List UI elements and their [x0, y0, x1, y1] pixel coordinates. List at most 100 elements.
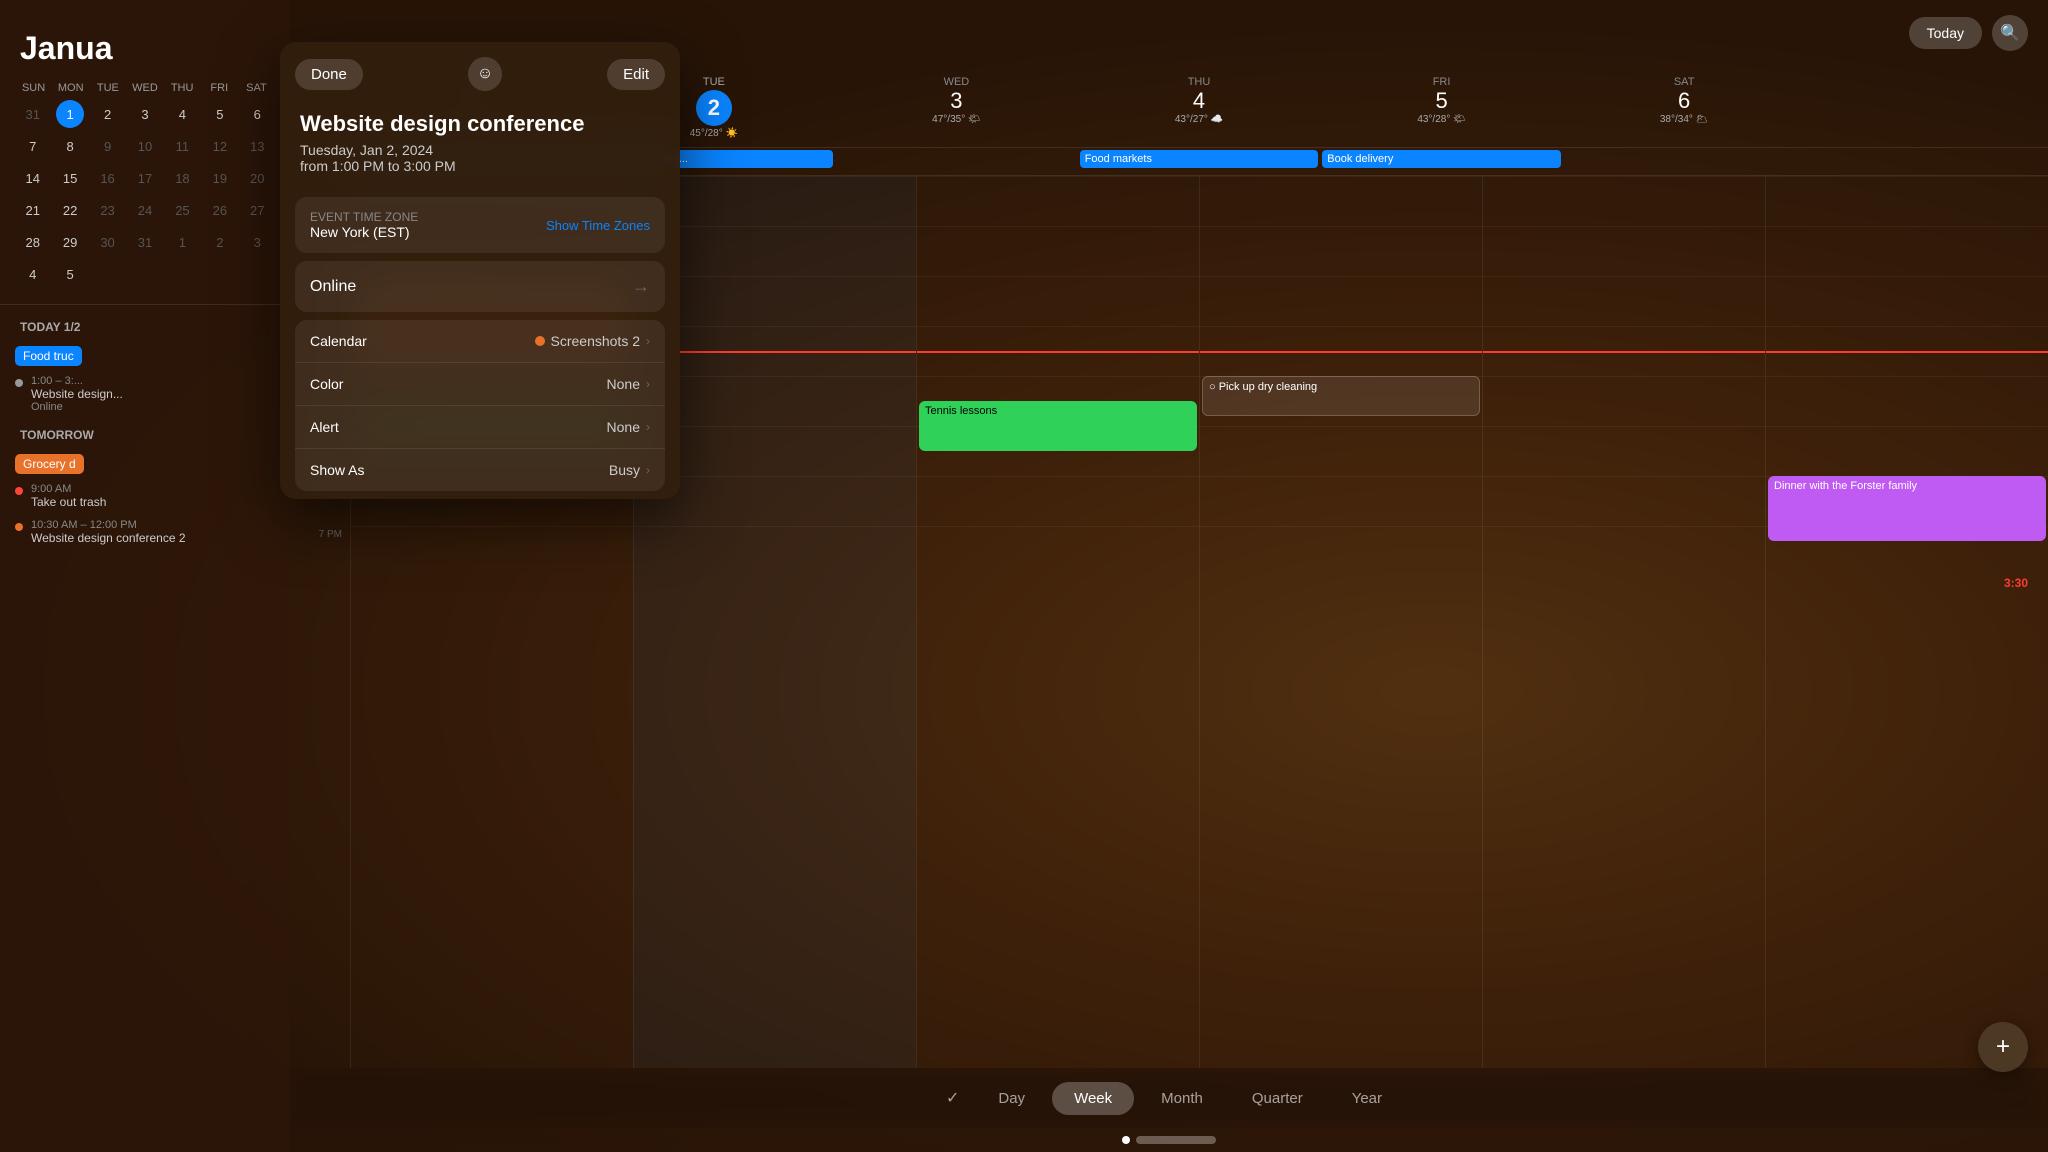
sidebar-month-title: Janua	[0, 20, 290, 82]
now-line-wed	[917, 351, 1199, 353]
show-timezones-link[interactable]: Show Time Zones	[546, 218, 650, 233]
day-col-sat: Dinner with the Forster family	[1765, 176, 2048, 1068]
mini-cal-day-29[interactable]: 29	[56, 228, 84, 256]
tab-quarter[interactable]: Quarter	[1230, 1082, 1325, 1115]
event-dinner[interactable]: Dinner with the Forster family	[1768, 476, 2046, 541]
mini-cal-day-next3[interactable]: 3	[243, 228, 271, 256]
week-day-header-sat6[interactable]: SAT 6 38°/34° 🌥	[1563, 66, 1806, 147]
indicator-1	[1122, 1136, 1130, 1144]
mini-cal-header: SUN MON TUE WED THU FRI SAT	[0, 82, 290, 94]
mini-cal-day-31b[interactable]: 31	[131, 228, 159, 256]
mini-cal-day-1[interactable]: 1	[56, 100, 84, 128]
now-line-sat	[1766, 351, 2048, 353]
event-tennis-wed[interactable]: Tennis lessons	[919, 401, 1197, 451]
mini-cal-day-26[interactable]: 26	[206, 196, 234, 224]
week-day-header-wed3[interactable]: WED 3 47°/35° 🌤	[835, 66, 1078, 147]
mini-cal-day-12[interactable]: 12	[206, 132, 234, 160]
ts-fri-noon	[1483, 176, 1765, 226]
mini-cal-day[interactable]: 31	[19, 100, 47, 128]
weather-thu: 43°/27° ☁️	[1083, 114, 1316, 125]
mini-cal-day-25[interactable]: 25	[168, 196, 196, 224]
ts-thu-2pm	[1200, 276, 1482, 326]
tab-month[interactable]: Month	[1139, 1082, 1225, 1115]
event-dry-cleaning[interactable]: ○ Pick up dry cleaning	[1202, 376, 1480, 416]
mini-cal-day-27[interactable]: 27	[243, 196, 271, 224]
day-col-thu: ○ Pick up dry cleaning	[1199, 176, 1482, 1068]
add-event-fab[interactable]: +	[1978, 1022, 2028, 1072]
all-day-book-delivery[interactable]: Book delivery	[1322, 150, 1561, 168]
ts-fri-4pm	[1483, 376, 1765, 426]
mini-cal-day-17[interactable]: 17	[131, 164, 159, 192]
mini-cal-day-19[interactable]: 19	[206, 164, 234, 192]
tab-week[interactable]: Week	[1052, 1082, 1134, 1115]
mini-cal-day-16[interactable]: 16	[94, 164, 122, 192]
sidebar-today-label: TODAY 1/2	[0, 320, 290, 342]
week-day-header-fri5[interactable]: FRI 5 43°/28° 🌤	[1320, 66, 1563, 147]
weather-fri: 43°/28° 🌤	[1325, 114, 1558, 125]
mini-cal-day-2[interactable]: 2	[94, 100, 122, 128]
tab-day[interactable]: Day	[976, 1082, 1047, 1115]
sidebar-tomorrow-chip[interactable]: Grocery d	[0, 450, 290, 478]
ts-mon-7pm	[351, 526, 633, 576]
mini-cal-day-30[interactable]: 30	[94, 228, 122, 256]
mini-cal-day-8[interactable]: 8	[56, 132, 84, 160]
ts-tue-7pm	[634, 526, 916, 576]
day-header-sat: SAT	[238, 82, 275, 94]
popup-row-alert[interactable]: Alert None ›	[295, 406, 665, 449]
mini-cal-day-10[interactable]: 10	[131, 132, 159, 160]
all-day-food-markets[interactable]: Food markets	[1080, 150, 1319, 168]
mini-cal-day-next2[interactable]: 2	[206, 228, 234, 256]
week-day-header-thu4[interactable]: THU 4 43°/27° ☁️	[1078, 66, 1321, 147]
mini-cal-day-3[interactable]: 3	[131, 100, 159, 128]
mini-cal-day-20[interactable]: 20	[243, 164, 271, 192]
online-label: Online	[310, 278, 356, 296]
popup-emoji-button[interactable]: ☺	[468, 57, 502, 91]
popup-edit-button[interactable]: Edit	[607, 59, 665, 90]
popup-toolbar: Done ☺ Edit	[280, 42, 680, 101]
ts-wed-6pm	[917, 476, 1199, 526]
ts-thu-noon	[1200, 176, 1482, 226]
emoji-icon: ☺	[477, 65, 493, 83]
event-dot-2	[15, 487, 23, 495]
mini-cal-day-4[interactable]: 4	[168, 100, 196, 128]
mini-cal-day-14[interactable]: 14	[19, 164, 47, 192]
mini-cal-day-18[interactable]: 18	[168, 164, 196, 192]
today-button[interactable]: Today	[1909, 17, 1982, 49]
popup-options-section: Calendar Screenshots 2 › Color None › Al…	[295, 320, 665, 491]
day-header-wed: WED	[126, 82, 163, 94]
mini-cal-day-5[interactable]: 5	[206, 100, 234, 128]
page-indicators	[290, 1128, 2048, 1152]
popup-done-button[interactable]: Done	[295, 59, 363, 90]
sidebar-today-chip[interactable]: Food truc	[0, 342, 290, 370]
event-dot-1	[15, 379, 23, 387]
mini-cal-day-24[interactable]: 24	[131, 196, 159, 224]
tab-year[interactable]: Year	[1330, 1082, 1404, 1115]
mini-cal-day-7[interactable]: 7	[19, 132, 47, 160]
mini-cal-grid: 31 1 2 3 4 5 6 7 8 9 10 11 12 13 14 15 1…	[0, 99, 290, 289]
all-day-col-fri: Book delivery	[1320, 148, 1563, 175]
mini-cal-day-15[interactable]: 15	[56, 164, 84, 192]
mini-cal-day-21[interactable]: 21	[19, 196, 47, 224]
popup-row-color[interactable]: Color None ›	[295, 363, 665, 406]
arrow-icon: →	[632, 276, 650, 297]
mini-cal-day-13[interactable]: 13	[243, 132, 271, 160]
now-line-thu	[1200, 351, 1482, 353]
search-button[interactable]: 🔍	[1992, 15, 2028, 51]
ts-wed-noon	[917, 176, 1199, 226]
mini-cal-day-23[interactable]: 23	[94, 196, 122, 224]
mini-cal-day-6[interactable]: 6	[243, 100, 271, 128]
mini-cal-day-4b[interactable]: 4	[19, 260, 47, 288]
now-line-fri	[1483, 351, 1765, 353]
mini-cal-day-5b[interactable]: 5	[56, 260, 84, 288]
mini-cal-day-9[interactable]: 9	[94, 132, 122, 160]
popup-row-show-as[interactable]: Show As Busy ›	[295, 449, 665, 491]
mini-cal-day-28[interactable]: 28	[19, 228, 47, 256]
mini-cal-day-11[interactable]: 11	[168, 132, 196, 160]
mini-cal-day-next1[interactable]: 1	[168, 228, 196, 256]
ts-sat-1pm	[1766, 226, 2048, 276]
mini-cal-day-22[interactable]: 22	[56, 196, 84, 224]
color-value: None	[607, 376, 640, 392]
popup-online-section[interactable]: Online →	[295, 261, 665, 312]
popup-row-calendar[interactable]: Calendar Screenshots 2 ›	[295, 320, 665, 363]
day-col-wed: Tennis lessons	[916, 176, 1199, 1068]
